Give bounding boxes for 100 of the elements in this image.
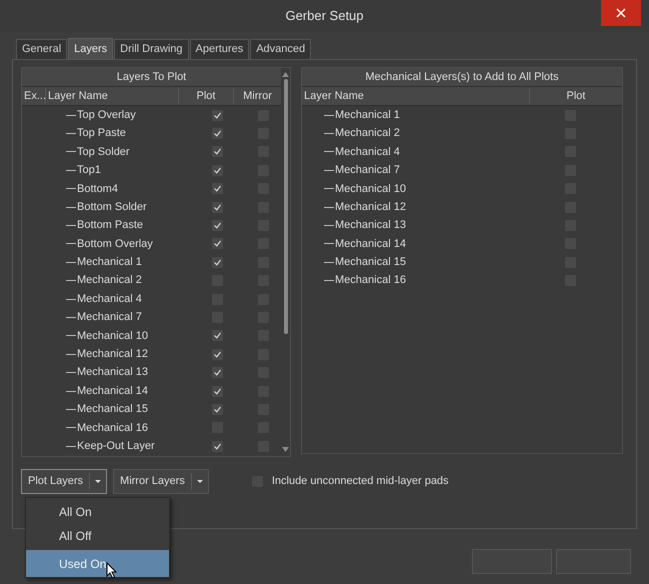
layer-name: Mechanical 15 [335,255,407,270]
layer-name: Mechanical 10 [335,182,407,196]
checkbox[interactable] [211,219,224,232]
tree-line-icon [324,170,334,171]
layer-name: Mechanical 14 [335,236,407,252]
layer-name: Mechanical 16 [77,420,149,436]
column-header: Mirror [242,88,273,104]
layer-name: Mechanical 12 [77,347,149,362]
layer-name: Bottom4 [77,182,119,196]
tree-line-icon [324,225,334,226]
layer-name: Mechanical 7 [335,163,401,178]
tree-line-icon [324,151,334,152]
column-header: Plot [179,88,234,104]
dialog-button[interactable] [556,549,631,574]
checkbox[interactable] [211,200,224,214]
layer-name: Mechanical 4 [335,144,401,160]
tab[interactable]: General [16,39,68,59]
tree-line-icon [66,206,76,208]
layer-name: Mechanical 15 [77,402,149,418]
tree-line-icon [324,262,334,263]
tree-line-icon [66,225,76,226]
table-title: Layers To Plot [22,68,281,87]
tree-line-icon [324,280,334,282]
layer-name: Mechanical 7 [77,310,143,326]
tab[interactable]: Layers [68,38,114,59]
checkbox[interactable] [211,237,224,250]
layer-name: Mechanical 2 [335,126,401,142]
layer-name: Mechanical 12 [335,200,407,215]
column-header: Layer Name [302,88,530,104]
tree-line-icon [324,188,334,190]
layer-name: Keep-Out Layer [77,438,156,454]
tree-line-icon [66,390,76,392]
layer-name: Bottom Paste [77,218,144,234]
button-label: Plot Layers [22,473,90,490]
checkbox[interactable] [211,127,224,140]
window-title: Gerber Setup [285,7,364,26]
tree-line-icon [66,298,76,300]
tab[interactable]: Advanced [250,39,312,59]
split-button[interactable]: Plot Layers [21,469,108,494]
layer-name: Top Paste [77,126,127,142]
checkbox[interactable] [211,164,224,177]
tree-line-icon [66,280,76,282]
dialog-button[interactable] [472,549,552,574]
tree-line-icon [324,133,334,134]
tree-line-icon [66,243,76,244]
checkmark-icon [213,442,222,451]
tree-line-icon [324,114,334,116]
checkbox[interactable] [211,256,224,269]
checkbox[interactable] [211,440,224,453]
split-button[interactable]: Mirror Layers [113,469,209,494]
layer-name: Top Overlay [77,108,137,123]
column-header: Layer Name [46,88,179,104]
close-icon [616,8,626,18]
layer-name: Top1 [77,163,102,178]
layer-name: Mechanical 13 [335,218,407,234]
layer-name: Bottom Overlay [77,236,154,252]
tree-line-icon [66,372,76,374]
close-button[interactable] [601,0,641,26]
checkbox[interactable] [211,384,224,398]
layer-name: Mechanical 10 [77,328,149,344]
checkbox[interactable] [211,366,224,380]
layer-name: Mechanical 4 [77,292,143,307]
tree-line-icon [66,446,76,447]
table-title: Mechanical Layers(s) to Add to All Plots [302,68,622,87]
scroll-up-icon [282,72,289,77]
layer-name: Top Solder [77,144,131,160]
column-header: Ex... [22,88,46,104]
tree-line-icon [66,262,76,263]
checkbox[interactable] [211,145,224,158]
scroll-thumb[interactable] [284,79,288,334]
tree-line-icon [66,188,76,190]
tree-line-icon [66,408,76,410]
menu-item[interactable]: All Off [26,524,169,548]
tree-line-icon [324,243,334,244]
layer-name: Mechanical 2 [77,273,143,288]
column-header: Plot [566,88,586,104]
menu-item[interactable]: All On [26,500,169,524]
tree-line-icon [66,335,76,336]
checkbox[interactable] [211,182,224,196]
layer-name: Mechanical 14 [77,384,149,399]
tree-line-icon [66,133,76,134]
tab[interactable]: Drill Drawing [114,39,189,59]
scroll-down-icon [282,447,289,452]
tree-line-icon [324,206,334,208]
layer-name: Mechanical 16 [335,273,407,288]
tree-line-icon [66,354,76,355]
tree-line-icon [66,316,76,318]
checkbox[interactable] [211,348,224,361]
layer-name: Mechanical 1 [335,108,401,123]
checkbox[interactable] [211,108,224,122]
tab[interactable]: Apertures [190,39,250,59]
tree-line-icon [66,427,76,428]
mouse-pointer-icon [106,562,117,579]
tree-line-icon [66,114,76,116]
checkbox[interactable] [211,329,224,342]
tree-line-icon [66,151,76,152]
layer-name: Bottom Solder [77,200,148,215]
tree-line-icon [66,170,76,171]
layer-name: Mechanical 1 [77,255,143,270]
checkbox[interactable] [211,402,224,416]
